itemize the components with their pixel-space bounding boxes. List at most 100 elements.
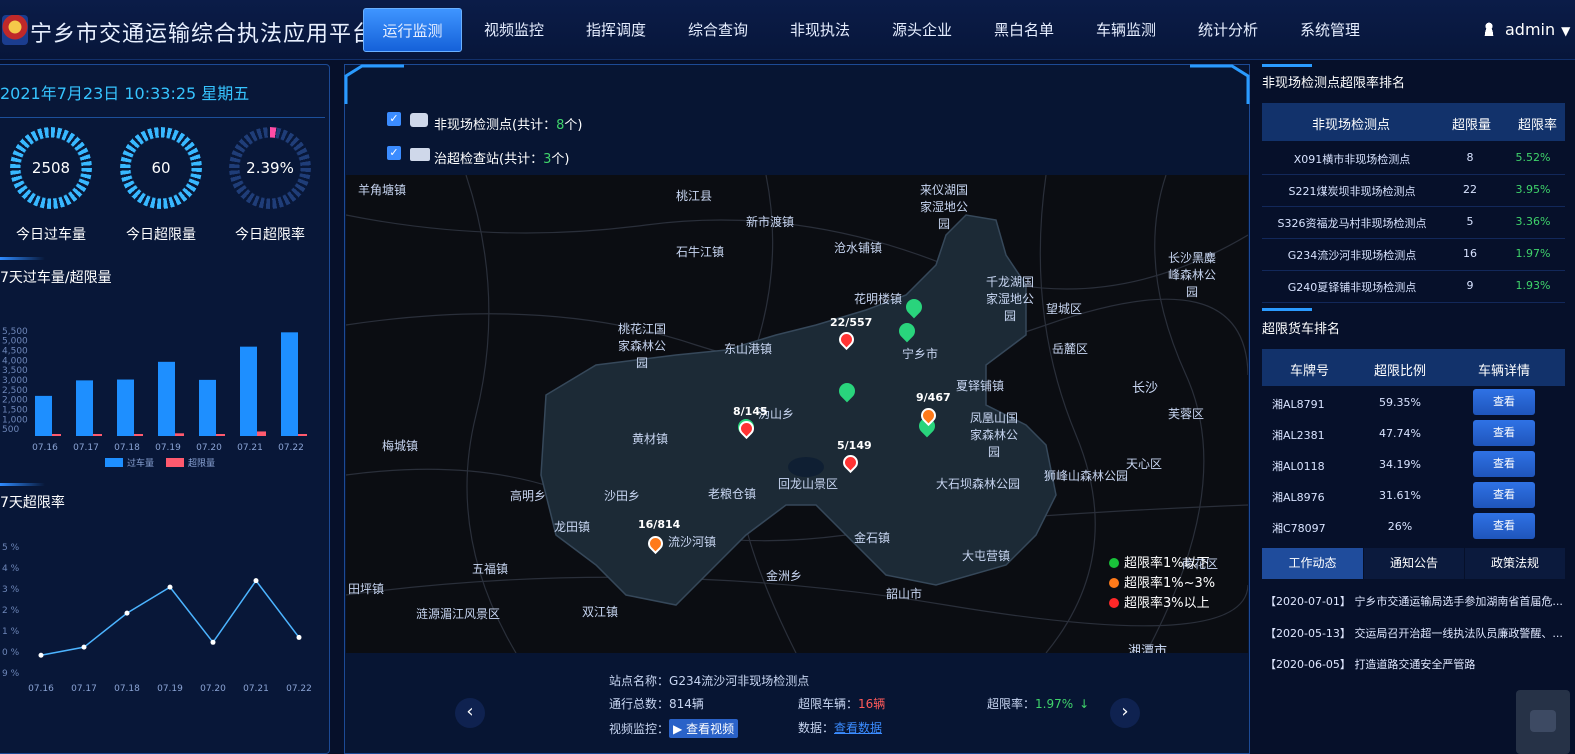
- bar-ytick-label: 4,000: [2, 356, 28, 366]
- nav-item-blacklist[interactable]: 黑白名单: [979, 8, 1069, 52]
- map-place-label: 桃花江国家森林公园: [617, 322, 666, 370]
- user-menu[interactable]: admin ▼: [1483, 20, 1570, 39]
- bar-chart: 5001,0001,5002,0002,5003,0003,5004,0004,…: [2, 327, 307, 469]
- line-chart: 5 % 4 % 3 % 2 % 1 % 0 % 9 % 07.16 07.17 07.18 07.1…: [2, 543, 312, 694]
- bar-overlimit-count: [175, 433, 184, 436]
- view-vehicle-button[interactable]: 查看: [1473, 389, 1535, 415]
- video-icon: [1530, 710, 1556, 732]
- map-place-label: 沙田乡: [604, 489, 641, 503]
- view-data-link[interactable]: 查看数据: [834, 721, 882, 735]
- app-title: 宁乡市交通运输综合执法应用平台: [30, 22, 376, 47]
- bar-ytick-label: 3,500: [2, 366, 28, 376]
- floating-widget[interactable]: [1516, 690, 1570, 754]
- truck-col-ratio: 超限比例: [1374, 364, 1427, 379]
- tab-policies[interactable]: 政策法规: [1465, 548, 1565, 579]
- view-vehicle-button[interactable]: 查看: [1473, 451, 1535, 477]
- nav-item-system[interactable]: 系统管理: [1285, 8, 1375, 52]
- checkbox-detection-points[interactable]: ✓: [387, 112, 401, 126]
- rate-point: [296, 634, 302, 640]
- bar-overlimit-count: [216, 434, 225, 436]
- bar-vehicle-count: [199, 379, 216, 436]
- bar-xtick-label: 07.19: [155, 443, 181, 453]
- map-place-label: 梅城镇: [382, 439, 419, 453]
- nav-item-query[interactable]: 综合查询: [673, 8, 763, 52]
- station-name: 站点名称：G234流沙河非现场检测点: [609, 674, 810, 688]
- bar-vehicle-count: [281, 332, 298, 436]
- bar-ytick-label: 5,000: [2, 337, 28, 347]
- map-place-label: 长沙: [1132, 381, 1159, 396]
- rate-point: [124, 610, 130, 616]
- rank-point-name: G234流沙河非现场检测点: [1287, 249, 1417, 262]
- play-icon: ▶: [673, 722, 687, 736]
- nav-item-video[interactable]: 视频监控: [469, 8, 559, 52]
- tab-notices[interactable]: 通知公告: [1364, 548, 1464, 579]
- prev-station-button[interactable]: ‹: [455, 698, 485, 728]
- rank-rate: 1.97%: [1515, 247, 1551, 260]
- map-place-label: 东山港镇: [724, 342, 773, 356]
- stat-label-today-rate: 今日超限率: [235, 227, 305, 243]
- legend-dot: [1109, 578, 1119, 588]
- station-video: 视频监控： ▶ 查看视频: [609, 719, 739, 738]
- truck-title: 超限货车排名: [1262, 322, 1341, 337]
- map-place-label: 流沙河镇: [668, 535, 717, 549]
- rank-title: 非现场检测点超限率排名: [1262, 76, 1406, 91]
- news-item[interactable]: 【2020-06-05】 打造道路交通安全严管路: [1265, 656, 1567, 672]
- bar-xtick-label: 07.20: [196, 443, 222, 453]
- nav-item-monitoring[interactable]: 运行监测: [363, 8, 462, 52]
- map-place-label: 双江镇: [582, 605, 619, 619]
- view-video-button[interactable]: ▶ 查看视频: [669, 719, 739, 738]
- map-place-label: 长沙黑麋峰森林公园: [1167, 251, 1216, 299]
- nav-item-enforcement[interactable]: 非现执法: [775, 8, 865, 52]
- nav-item-dispatch[interactable]: 指挥调度: [571, 8, 661, 52]
- map-place-label: 芙蓉区: [1168, 407, 1205, 421]
- news-item[interactable]: 【2020-05-13】 交运局召开治超一线执法队员廉政警醒、...: [1265, 625, 1567, 641]
- rate-point: [167, 584, 173, 590]
- tab-work-news[interactable]: 工作动态: [1262, 548, 1363, 579]
- map-place-label: 岳麓区: [1052, 342, 1089, 356]
- stat-value-today-rate: 2.39%: [246, 159, 294, 177]
- nav-item-statistics[interactable]: 统计分析: [1183, 8, 1273, 52]
- legend-item-low: 超限率1%以下: [1109, 552, 1210, 571]
- nav-item-enterprise[interactable]: 源头企业: [877, 8, 967, 52]
- rank-count: 8: [1466, 151, 1474, 164]
- map-place-label: 羊角塘镇: [358, 183, 407, 197]
- truck-ratio: 26%: [1387, 520, 1413, 533]
- view-vehicle-button[interactable]: 查看: [1473, 482, 1535, 508]
- map-place-label: 大屯营镇: [962, 549, 1011, 563]
- nav-item-vehicle[interactable]: 车辆监测: [1081, 8, 1171, 52]
- line-xtick-label: 07.20: [200, 684, 226, 694]
- bar-ytick-label: 1,500: [2, 406, 28, 416]
- line-ytick-label: 1 %: [2, 627, 20, 637]
- station-overlimit: 超限车辆：16辆: [798, 697, 886, 711]
- title-accent: [0, 257, 45, 260]
- user-icon: [1483, 22, 1495, 36]
- map-place-label: 夏铎铺镇: [956, 379, 1005, 393]
- map-place-label: 凤凰山国家森林公园: [969, 411, 1018, 459]
- bar-vehicle-count: [76, 380, 93, 436]
- stat-label-today-overlimit: 今日超限量: [126, 227, 196, 243]
- top-bar: 宁乡市交通运输综合执法应用平台 运行监测 视频监控 指挥调度 综合查询 非现执法…: [0, 0, 1575, 60]
- trend-down-icon: ↓: [1079, 697, 1090, 711]
- checkbox-check-stations[interactable]: ✓: [387, 146, 401, 160]
- marker-label: 5/149: [837, 439, 872, 452]
- map-place-label: 五福镇: [472, 562, 509, 576]
- map-place-label: 老粮仓镇: [708, 487, 757, 501]
- bar-ytick-label: 5,500: [2, 327, 28, 337]
- next-station-button[interactable]: ›: [1110, 698, 1140, 728]
- rank-point-name: S221煤炭坝非现场检测点: [1288, 185, 1416, 198]
- chart2-title: 7天超限率: [0, 495, 65, 511]
- truck-col-detail: 车辆详情: [1478, 364, 1531, 379]
- legend-swatch-vehicle: [105, 458, 123, 467]
- line-xtick-label: 07.21: [243, 684, 269, 694]
- legend-item-high: 超限率3%以上: [1109, 592, 1210, 611]
- truck-col-plate: 车牌号: [1290, 364, 1330, 379]
- panel-frame: [344, 64, 1250, 104]
- rate-line: [40, 579, 300, 657]
- news-item[interactable]: 【2020-07-01】 宁乡市交通运输局选手参加湖南省首届危...: [1265, 593, 1567, 609]
- rank-table-header: 非现场检测点 超限量 超限率: [1262, 103, 1565, 141]
- map-place-label: 宁乡市: [902, 347, 939, 361]
- view-vehicle-button[interactable]: 查看: [1473, 420, 1535, 446]
- view-vehicle-button[interactable]: 查看: [1473, 513, 1535, 539]
- logo-icon: [2, 15, 28, 45]
- map-view[interactable]: 羊角塘镇 桃江县 来仪湖国家湿地公园 新市渡镇 石牛江镇 沧水铺镇 花明楼镇 千…: [346, 175, 1248, 653]
